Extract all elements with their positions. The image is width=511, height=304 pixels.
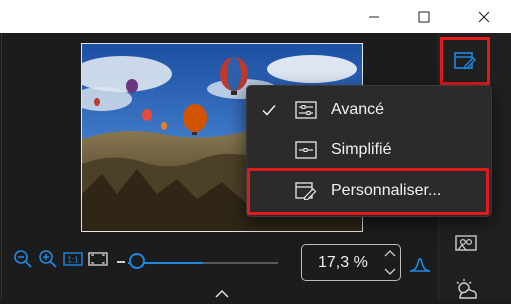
edit-panel-icon <box>454 52 476 70</box>
fit-to-window-button[interactable] <box>87 248 109 270</box>
weather-icon <box>456 279 477 299</box>
zoom-minus-mark <box>117 261 125 263</box>
zoom-slider-thumb[interactable] <box>129 253 145 269</box>
chevron-down-icon <box>384 268 396 275</box>
zoom-in-button[interactable] <box>37 248 59 270</box>
zoom-in-icon <box>39 250 57 268</box>
chevron-up-icon <box>384 250 396 257</box>
title-bar <box>0 0 511 33</box>
fit-to-window-icon <box>88 252 108 266</box>
panel-mode-button[interactable] <box>440 37 490 85</box>
minimize-icon <box>369 16 379 17</box>
zoom-out-button[interactable] <box>12 248 34 270</box>
advanced-sliders-icon <box>295 101 317 119</box>
maximize-icon <box>418 11 430 22</box>
minimize-button[interactable] <box>351 0 397 33</box>
actual-size-icon: 1:1 <box>63 252 83 266</box>
close-icon <box>478 11 490 22</box>
landscape-portrait-button[interactable] <box>453 232 479 254</box>
close-button[interactable] <box>461 0 507 33</box>
menu-item-simplified[interactable]: Simplifié <box>247 132 491 168</box>
chevron-up-icon <box>215 289 229 298</box>
actual-size-button[interactable]: 1:1 <box>62 248 84 270</box>
checkmark-icon <box>262 105 276 116</box>
menu-item-label: Simplifié <box>331 141 392 158</box>
expand-filmstrip-button[interactable] <box>214 286 230 304</box>
simplified-sliders-icon <box>295 141 317 159</box>
histogram-button[interactable] <box>407 250 433 276</box>
zoom-spin-up[interactable] <box>383 247 397 259</box>
zoom-value: 17,3 % <box>318 254 368 271</box>
svg-text:1:1: 1:1 <box>67 256 79 265</box>
customize-highlight-box <box>247 168 489 215</box>
zoom-spin-down[interactable] <box>383 266 397 278</box>
weather-button[interactable] <box>453 278 479 300</box>
menu-item-advanced[interactable]: Avancé <box>247 92 491 128</box>
menu-item-label: Avancé <box>331 101 385 118</box>
maximize-button[interactable] <box>401 0 447 33</box>
left-divider <box>1 33 2 300</box>
zoom-out-icon <box>14 250 32 268</box>
histogram-icon <box>409 257 431 272</box>
landscape-portrait-icon <box>455 235 477 251</box>
